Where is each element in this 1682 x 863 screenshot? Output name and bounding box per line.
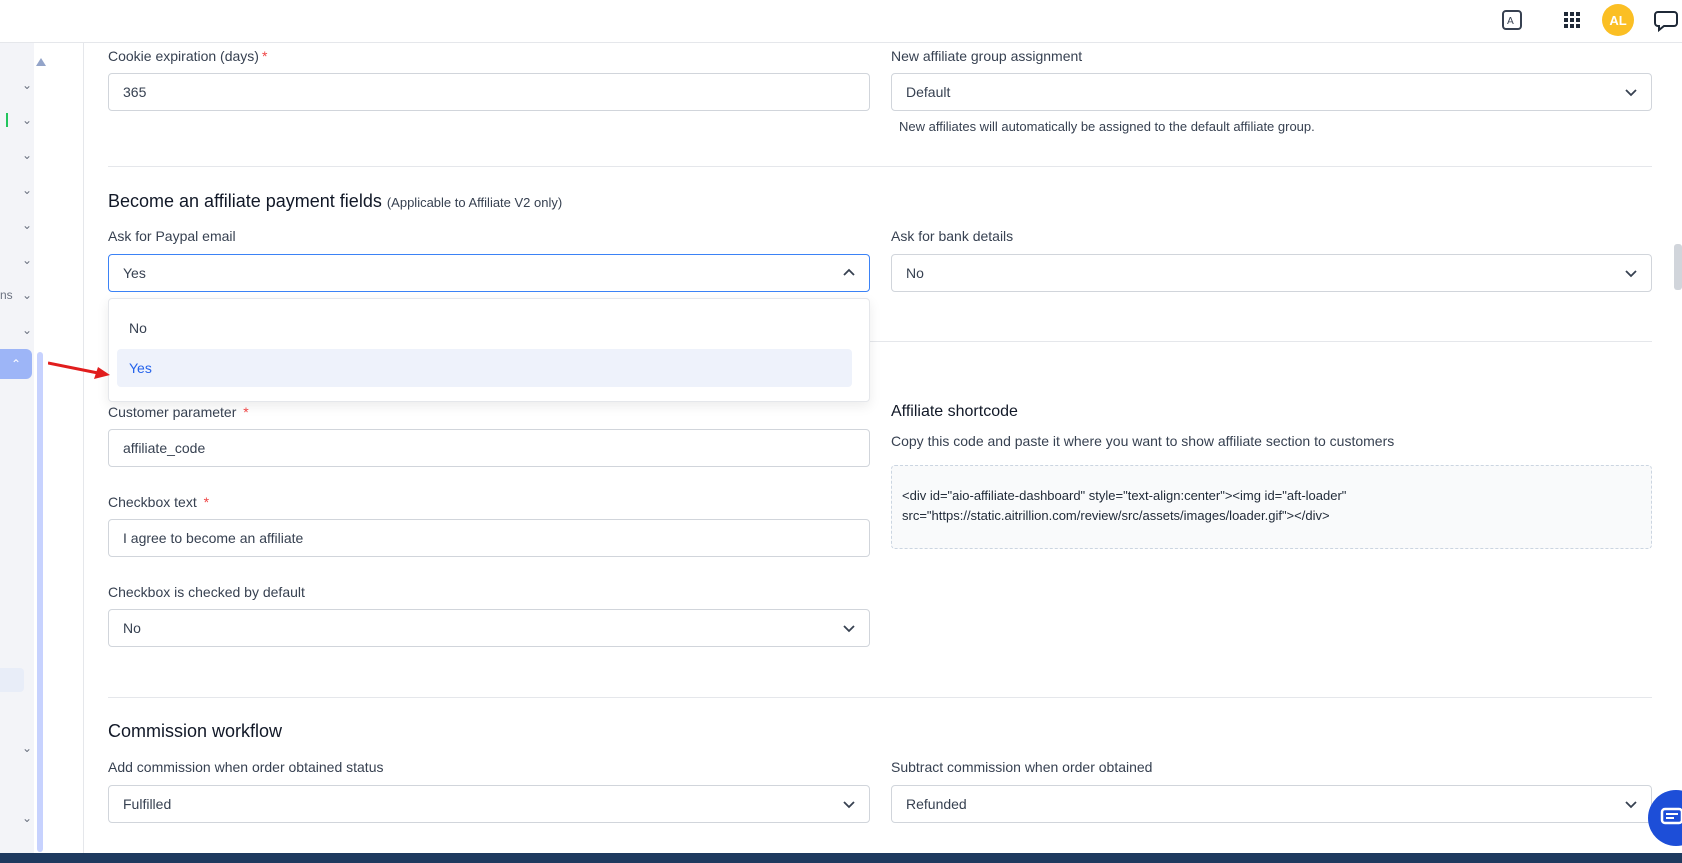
sidebar-scroll-up-icon[interactable] [36, 53, 46, 71]
user-avatar[interactable]: AL [1602, 4, 1634, 36]
chevron-down-icon: ⌄ [21, 253, 32, 267]
group-assignment-label: New affiliate group assignment [891, 48, 1083, 64]
add-commission-select[interactable]: Fulfilled [108, 785, 870, 823]
affiliate-shortcode-textarea[interactable]: <div id="aio-affiliate-dashboard" style=… [891, 465, 1652, 549]
svg-text:A: A [1507, 16, 1514, 27]
chevron-down-icon: ⌄ [21, 323, 32, 337]
sidebar-scrollbar[interactable] [37, 352, 43, 852]
sidebar-item-8[interactable]: ⌄ [0, 320, 32, 340]
content-border [83, 43, 84, 853]
group-assignment-select[interactable]: Default [891, 73, 1652, 111]
customer-parameter-label: Customer parameter * [108, 404, 249, 420]
chevron-down-icon: ⌄ [21, 148, 32, 162]
cookie-expiration-input[interactable]: 365 [108, 73, 870, 111]
checked-default-label: Checkbox is checked by default [108, 584, 305, 600]
chevron-up-icon: ⌃ [10, 357, 22, 371]
sidebar-item-4[interactable]: ⌄ [0, 180, 32, 200]
shortcode-line: <div id="aio-affiliate-dashboard" style=… [902, 488, 1347, 503]
chevron-down-icon [1625, 801, 1637, 809]
support-chat-icon[interactable] [1650, 4, 1682, 36]
group-assignment-help: New affiliates will automatically be ass… [899, 119, 1315, 134]
shortcode-line: src="https://static.aitrillion.com/revie… [902, 508, 1330, 523]
sidebar-item-9[interactable]: ⌄ [0, 738, 32, 758]
dropdown-option-yes[interactable]: Yes [117, 349, 852, 387]
cookie-expiration-label: Cookie expiration (days) * [108, 48, 268, 64]
add-commission-label: Add commission when order obtained statu… [108, 759, 384, 775]
os-taskbar [0, 853, 1682, 863]
section-divider [870, 341, 1652, 342]
chevron-down-icon: ⌄ [21, 811, 32, 825]
checked-default-select[interactable]: No [108, 609, 870, 647]
affiliate-shortcode-help: Copy this code and paste it where you wa… [891, 433, 1395, 449]
checkbox-text-input[interactable]: I agree to become an affiliate [108, 519, 870, 557]
sidebar-item-10[interactable]: ⌄ [0, 808, 32, 828]
sidebar-item-active[interactable]: ⌃ [0, 349, 32, 379]
paypal-email-select[interactable]: Yes [108, 254, 870, 292]
apps-grid-icon[interactable] [1556, 4, 1588, 36]
chevron-down-icon: ⌄ [21, 183, 32, 197]
chevron-down-icon [843, 625, 855, 633]
chevron-down-icon: ⌄ [21, 288, 32, 302]
chevron-down-icon: ⌄ [21, 741, 32, 755]
paypal-email-label: Ask for Paypal email [108, 228, 236, 244]
affiliate-shortcode-title: Affiliate shortcode [891, 403, 1018, 420]
sidebar-item-selected[interactable] [0, 668, 24, 692]
sidebar-item-7[interactable]: ns ⌄ [0, 285, 32, 305]
chevron-down-icon [1625, 270, 1637, 278]
payment-fields-title: Become an affiliate payment fields (Appl… [108, 191, 563, 211]
sidebar-item-3[interactable]: ⌄ [0, 145, 32, 165]
checkbox-text-label: Checkbox text * [108, 494, 210, 510]
chevron-down-icon: ⌄ [21, 113, 32, 127]
customer-parameter-input[interactable]: affiliate_code [108, 429, 870, 467]
commission-workflow-title: Commission workflow [108, 721, 283, 741]
sidebar-item-5[interactable]: ⌄ [0, 215, 32, 235]
chevron-up-icon [843, 268, 855, 276]
dropdown-option-no[interactable]: No [117, 309, 852, 347]
chat-widget-button[interactable] [1648, 790, 1682, 846]
subtract-commission-select[interactable]: Refunded [891, 785, 1652, 823]
chevron-down-icon [843, 801, 855, 809]
section-divider [108, 697, 1652, 698]
annotation-arrow-icon [48, 361, 110, 379]
section-divider [108, 166, 1652, 167]
top-bar: A AL [0, 0, 1682, 43]
status-indicator [5, 113, 8, 127]
chevron-down-icon: ⌄ [21, 218, 32, 232]
paypal-email-dropdown: No Yes [108, 298, 870, 402]
sidebar-item-label: ns [0, 288, 13, 302]
sidebar-item-2[interactable]: ⌄ [0, 110, 32, 130]
chevron-down-icon [1625, 89, 1637, 97]
bank-details-select[interactable]: No [891, 254, 1652, 292]
chat-icon [1660, 807, 1682, 825]
sidebar-item-1[interactable]: ⌄ [0, 75, 32, 95]
subtract-commission-label: Subtract commission when order obtained [891, 759, 1153, 775]
bank-details-label: Ask for bank details [891, 228, 1014, 244]
page-scrollbar[interactable] [1674, 244, 1682, 290]
sidebar-item-6[interactable]: ⌄ [0, 250, 32, 270]
translate-icon[interactable]: A [1496, 4, 1528, 36]
chevron-down-icon: ⌄ [21, 78, 32, 92]
